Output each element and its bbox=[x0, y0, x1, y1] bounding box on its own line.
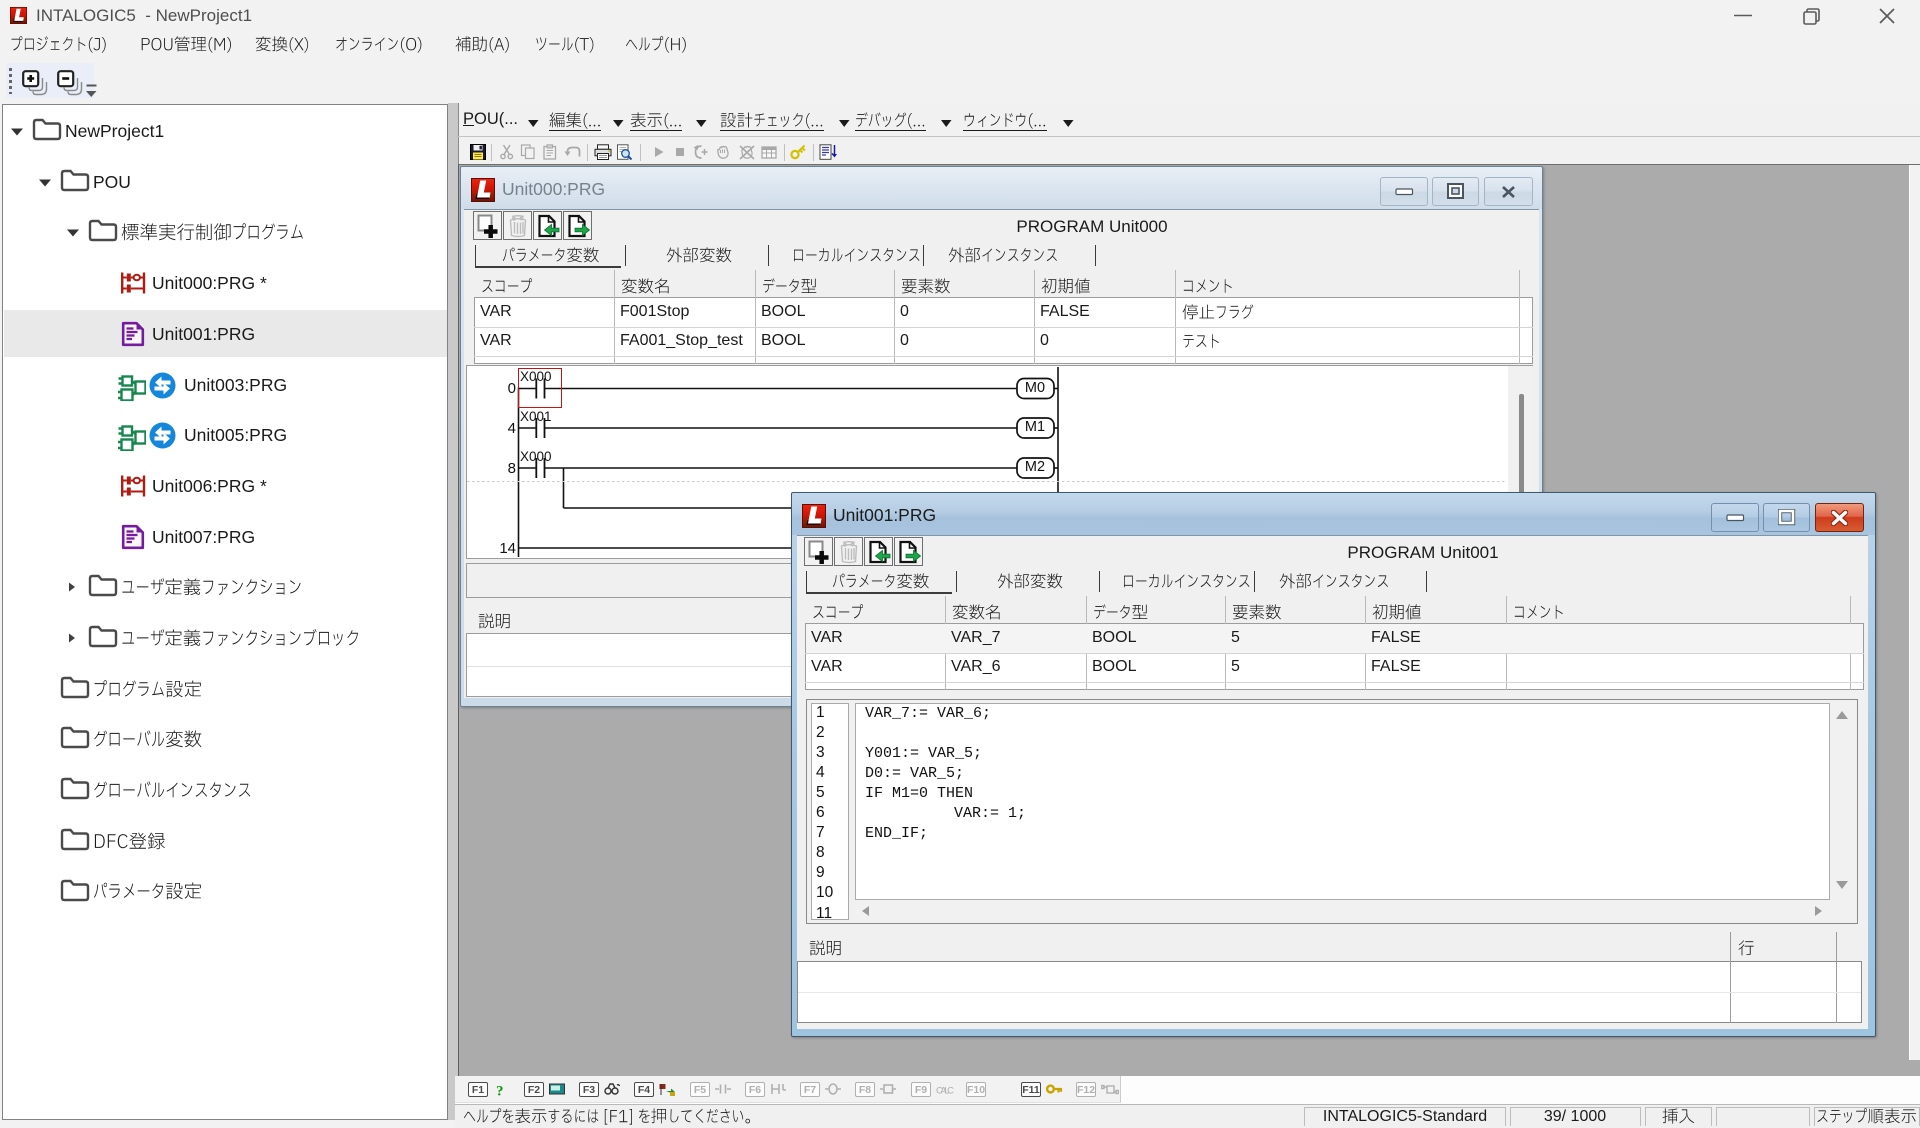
svg-text:CALC: CALC bbox=[936, 1086, 954, 1097]
svg-text:?: ? bbox=[496, 1084, 504, 1098]
